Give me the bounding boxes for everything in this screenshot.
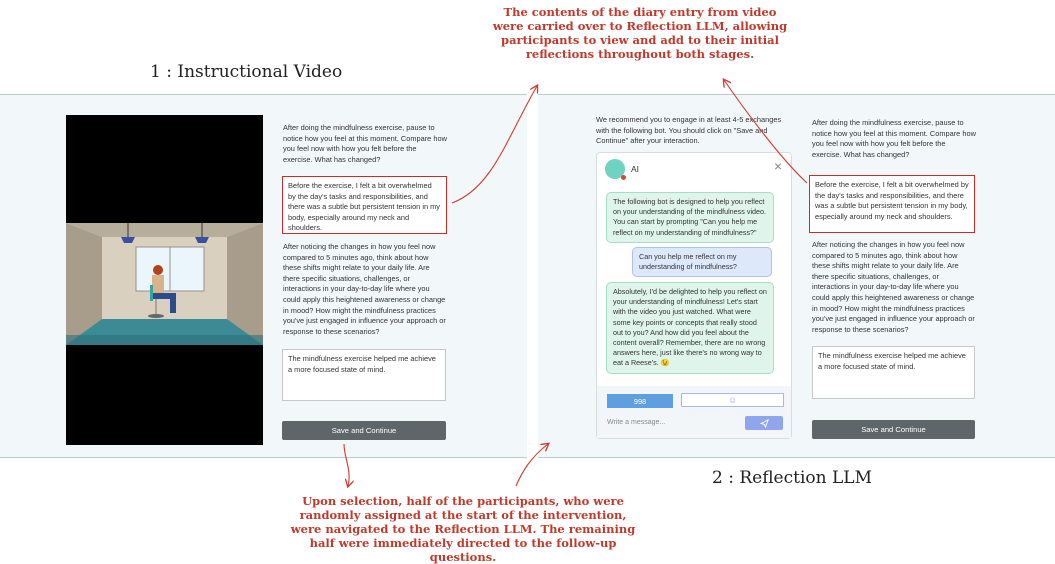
stage1-prompt2: After noticing the changes in how you fe… — [283, 242, 446, 336]
send-button[interactable] — [745, 416, 783, 430]
agent-name: AI — [631, 164, 640, 174]
stage1-title: 1 : Instructional Video — [150, 62, 343, 82]
stage2-intro: We recommend you to engage in at least 4… — [596, 115, 782, 146]
stage2-save-button[interactable]: Save and Continue — [812, 420, 975, 439]
bot-message: The following bot is designed to help yo… — [606, 192, 774, 243]
message-input[interactable]: Write a message... — [607, 419, 737, 426]
stage2-title: 2 : Reflection LLM — [712, 468, 872, 488]
send-icon — [759, 418, 769, 428]
stage1-answer1-field[interactable]: Before the exercise, I felt a bit overwh… — [282, 176, 447, 234]
token-counter: 998 — [607, 394, 673, 408]
stage2-prompt2: After noticing the changes in how you fe… — [812, 240, 975, 334]
stage1-prompt1: After doing the mindfulness exercise, pa… — [283, 123, 447, 164]
emoji-icon[interactable]: ☺ — [681, 393, 784, 407]
bottom-annotation: Upon selection, half of the participants… — [290, 494, 636, 564]
stage1-save-button[interactable]: Save and Continue — [282, 421, 446, 440]
stage2-answer2-field[interactable]: The mindfulness exercise helped me achie… — [812, 346, 975, 399]
online-status-dot — [621, 175, 626, 180]
top-annotation: The contents of the diary entry from vid… — [492, 5, 788, 61]
stage2-prompt1: After doing the mindfulness exercise, pa… — [812, 118, 976, 159]
close-icon[interactable]: × — [774, 158, 782, 174]
stage1-answer2-field[interactable]: The mindfulness exercise helped me achie… — [282, 349, 446, 401]
video-frame-illustration — [66, 223, 263, 345]
video-player[interactable] — [66, 115, 263, 445]
user-message: Can you help me reflect on my understand… — [632, 247, 772, 278]
chat-widget: AI × The following bot is designed to he… — [596, 152, 792, 439]
stage2-answer1-field[interactable]: Before the exercise, I felt a bit overwh… — [809, 175, 975, 233]
bot-message: Absolutely, I'd be delighted to help you… — [606, 282, 774, 374]
